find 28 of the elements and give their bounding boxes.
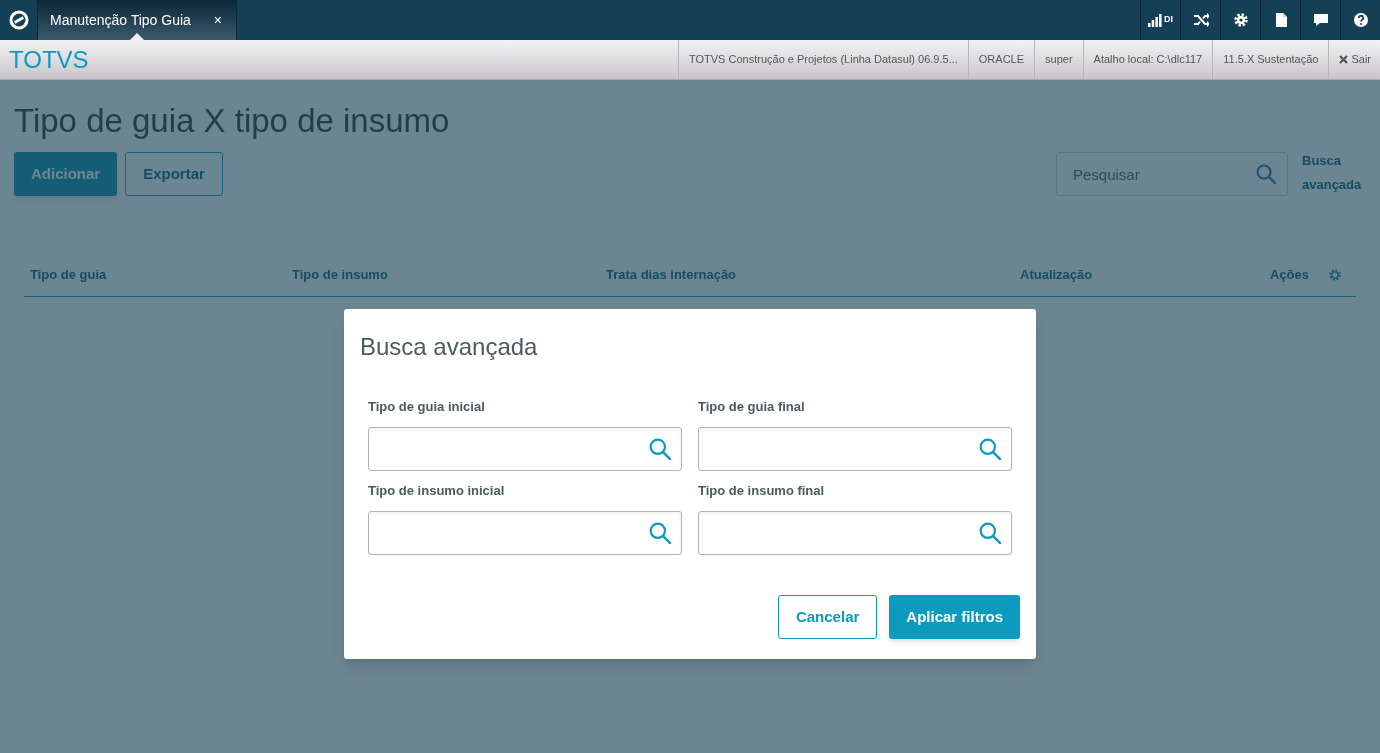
header-info: TOTVS Construção e Projetos (Linha Datasul) 06.9.5...: [678, 40, 968, 79]
column-header: Ações: [1270, 265, 1310, 284]
connection-label: DI: [1164, 13, 1173, 27]
field-label: Tipo de insumo final: [698, 482, 826, 500]
column-header: Tipo de insumo: [292, 265, 389, 284]
column-header: Trata dias internação: [606, 265, 738, 284]
column-header: Atualização: [1020, 265, 1094, 284]
tab-label: Manutenção Tipo Guia: [50, 10, 192, 30]
field-label: Tipo de guia inicial: [368, 398, 486, 416]
brand-logo: TOTVS: [8, 44, 89, 75]
dialog-button[interactable]: Cancelar: [777, 595, 878, 639]
field-label: Tipo de guia final: [698, 398, 806, 416]
field-label: Tipo de insumo inicial: [368, 482, 506, 500]
action-button[interactable]: Exportar: [125, 152, 223, 196]
header-info: ORACLE: [967, 40, 1035, 79]
column-header: Tipo de guia: [30, 265, 108, 284]
action-button[interactable]: Adicionar: [14, 152, 118, 196]
tab[interactable]: Manutenção Tipo Guia ×: [37, 0, 237, 40]
header-info: 11.5.X Sustentação: [1212, 40, 1329, 79]
dialog-title: Busca avançada: [360, 332, 539, 362]
page-title: Tipo de guia X tipo de insumo: [14, 101, 451, 141]
search-field[interactable]: Pesquisar: [1056, 152, 1288, 196]
dialog-button[interactable]: Aplicar filtros: [889, 595, 1020, 639]
logout-button[interactable]: Sair: [1328, 40, 1380, 79]
advanced-search-link[interactable]: Busca avançada: [1302, 149, 1366, 197]
close-button[interactable]: ×: [213, 9, 222, 31]
header-info: Atalho local: C:\dlc117: [1082, 40, 1213, 79]
header-info: super: [1034, 40, 1083, 79]
